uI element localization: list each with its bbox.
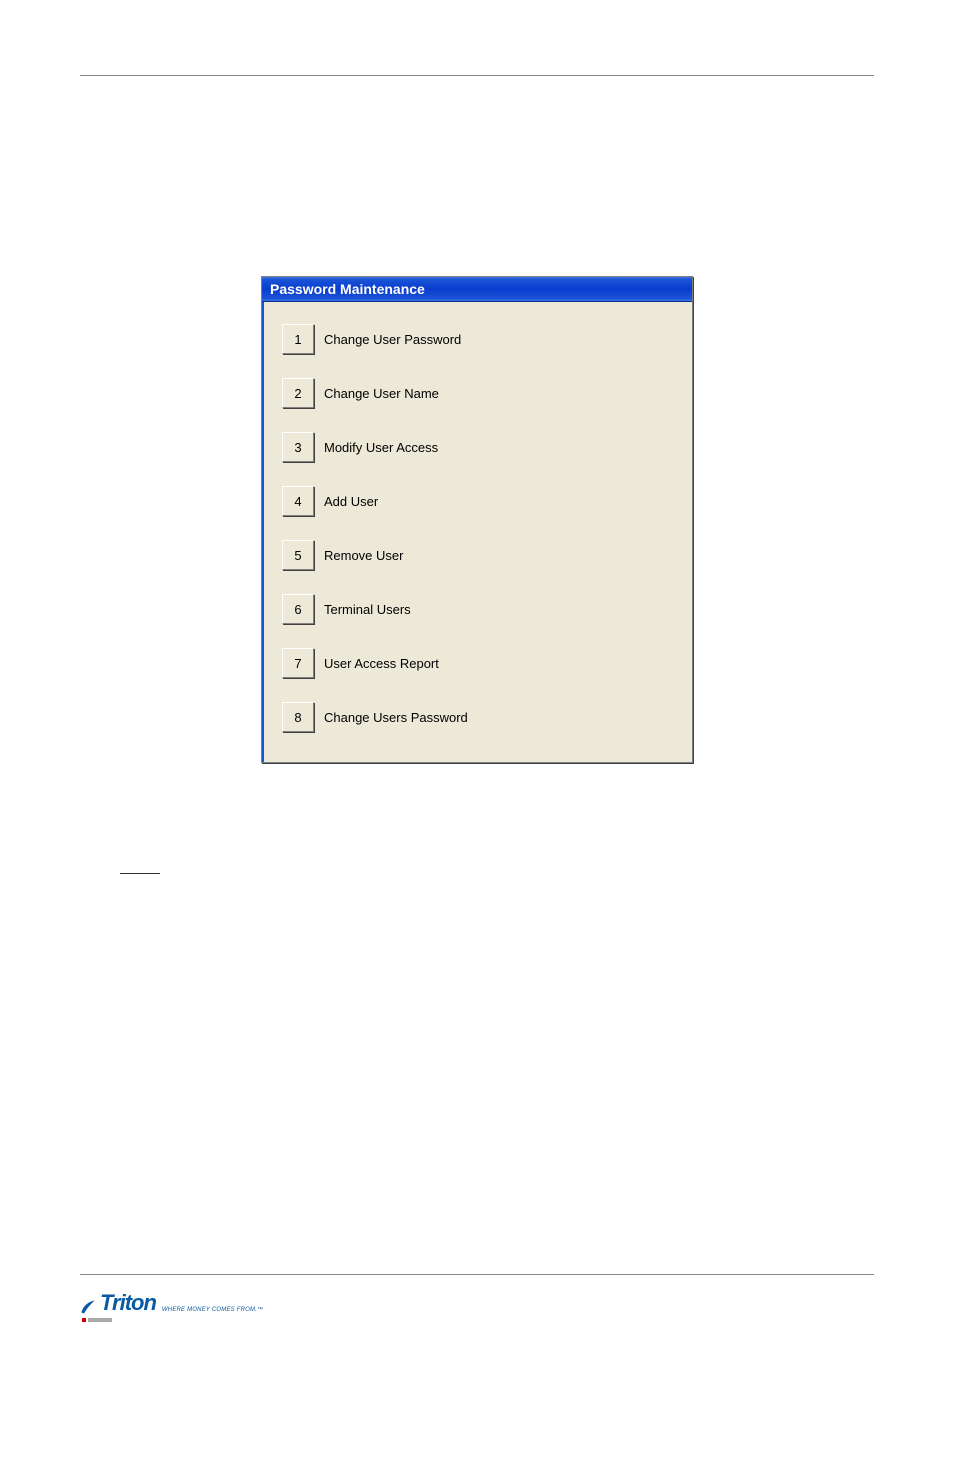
menu-item-change-user-password[interactable]: 1 Change User Password	[264, 312, 692, 366]
menu-button-6[interactable]: 6	[282, 594, 314, 624]
menu-button-1[interactable]: 1	[282, 324, 314, 354]
menu-label: Add User	[324, 494, 378, 509]
menu-item-change-user-name[interactable]: 2 Change User Name	[264, 366, 692, 420]
menu-item-user-access-report[interactable]: 7 User Access Report	[264, 636, 692, 690]
menu-label: Change User Name	[324, 386, 439, 401]
menu-label: User Access Report	[324, 656, 439, 671]
gray-rect-icon	[88, 1318, 112, 1322]
menu-label: Change User Password	[324, 332, 461, 347]
menu-button-3[interactable]: 3	[282, 432, 314, 462]
logo-bottom-mark	[82, 1318, 954, 1322]
menu-button-4[interactable]: 4	[282, 486, 314, 516]
menu-label: Terminal Users	[324, 602, 411, 617]
bottom-horizontal-rule	[80, 1274, 874, 1275]
window-title: Password Maintenance	[270, 281, 425, 297]
window-titlebar: Password Maintenance	[262, 277, 692, 302]
menu-button-5[interactable]: 5	[282, 540, 314, 570]
top-horizontal-rule	[80, 75, 874, 76]
menu-item-remove-user[interactable]: 5 Remove User	[264, 528, 692, 582]
menu-button-8[interactable]: 8	[282, 702, 314, 732]
menu-item-change-users-password[interactable]: 8 Change Users Password	[264, 690, 692, 744]
logo-tagline: WHERE MONEY COMES FROM.™	[162, 1307, 263, 1313]
password-maintenance-window: Password Maintenance 1 Change User Passw…	[261, 276, 693, 763]
menu-button-2[interactable]: 2	[282, 378, 314, 408]
menu-body: 1 Change User Password 2 Change User Nam…	[262, 302, 692, 762]
logo-text: Triton	[100, 1290, 156, 1316]
menu-item-add-user[interactable]: 4 Add User	[264, 474, 692, 528]
red-square-icon	[82, 1318, 86, 1322]
menu-label: Change Users Password	[324, 710, 468, 725]
menu-button-7[interactable]: 7	[282, 648, 314, 678]
triton-logo: Triton WHERE MONEY COMES FROM.™	[80, 1290, 954, 1316]
content-area: Password Maintenance 1 Change User Passw…	[0, 276, 954, 763]
menu-item-terminal-users[interactable]: 6 Terminal Users	[264, 582, 692, 636]
triton-swoosh-icon	[80, 1298, 96, 1316]
menu-item-modify-user-access[interactable]: 3 Modify User Access	[264, 420, 692, 474]
small-underline	[120, 873, 160, 874]
menu-label: Remove User	[324, 548, 403, 563]
footer-area: Triton WHERE MONEY COMES FROM.™	[0, 1274, 954, 1322]
page-container: Password Maintenance 1 Change User Passw…	[0, 75, 954, 1322]
menu-label: Modify User Access	[324, 440, 438, 455]
